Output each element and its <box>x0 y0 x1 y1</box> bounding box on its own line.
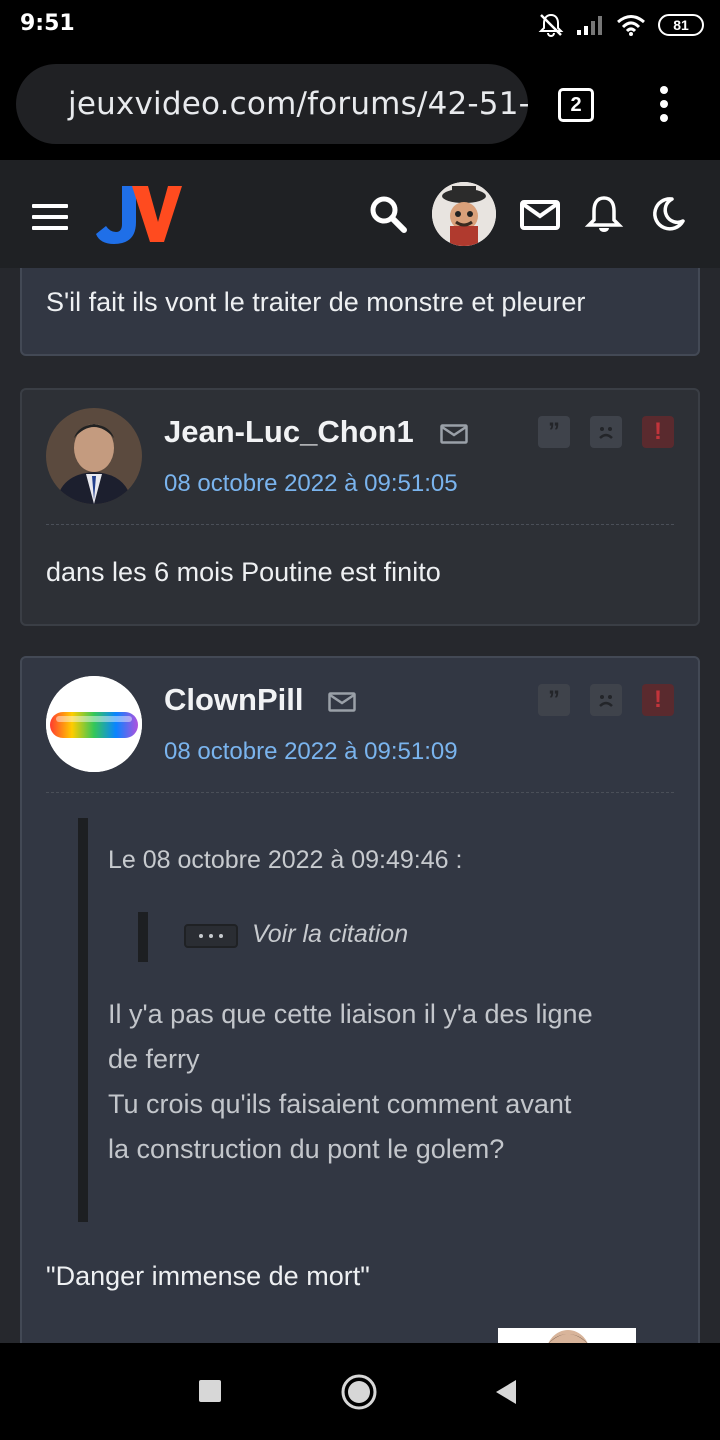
url-text: jeuxvideo.com/forums/42-51- <box>68 86 528 122</box>
quote-bar <box>78 818 88 1222</box>
message-card: Jean-Luc_Chon1 08 octobre 2022 à 09:51:0… <box>20 388 700 626</box>
forum-messages: S'il fait ils vont le traiter de monstre… <box>0 268 720 1343</box>
sad-face-icon[interactable] <box>590 416 622 448</box>
message-text: "Danger immense de mort" <box>46 1261 370 1291</box>
show-quote-link[interactable]: Voir la citation <box>252 920 408 949</box>
mail-icon[interactable] <box>520 194 560 234</box>
quote-header: Le 08 octobre 2022 à 09:49:46 : <box>108 846 463 874</box>
browser-toolbar: jeuxvideo.com/forums/42-51- 2 <box>0 50 720 160</box>
divider <box>46 792 674 793</box>
author-avatar[interactable] <box>46 676 142 772</box>
system-navigation-bar <box>0 1343 720 1440</box>
divider <box>46 524 674 525</box>
recents-button-icon[interactable] <box>198 1379 222 1403</box>
jv-logo[interactable] <box>96 182 182 246</box>
quote-line: Il y'a pas que cette liaison il y'a des … <box>108 999 593 1029</box>
quote-icon[interactable]: ” <box>538 416 570 448</box>
home-button-icon[interactable] <box>340 1373 378 1411</box>
mail-icon[interactable] <box>328 692 356 712</box>
post-date[interactable]: 08 octobre 2022 à 09:51:09 <box>164 738 458 766</box>
message-card: S'il fait ils vont le traiter de monstre… <box>20 268 700 356</box>
tab-switcher-button[interactable]: 2 <box>558 88 594 122</box>
menu-icon[interactable] <box>32 204 68 230</box>
expand-quote-button[interactable] <box>184 924 238 948</box>
embedded-image[interactable] <box>498 1328 636 1343</box>
status-icons: 81 <box>538 12 704 38</box>
author-name[interactable]: Jean-Luc_Chon1 <box>164 414 414 450</box>
post-date[interactable]: 08 octobre 2022 à 09:51:05 <box>164 470 458 498</box>
quote-line: la construction du pont le golem? <box>108 1134 505 1164</box>
status-bar: 9:51 81 <box>0 0 720 50</box>
address-bar[interactable]: jeuxvideo.com/forums/42-51- <box>16 64 528 144</box>
quote-icon[interactable]: ” <box>538 684 570 716</box>
message-text: dans les 6 mois Poutine est finito <box>46 557 441 587</box>
back-button-icon[interactable] <box>494 1379 518 1405</box>
notification-bell-icon[interactable] <box>584 194 624 234</box>
dark-mode-moon-icon[interactable] <box>648 194 688 234</box>
browser-menu-icon[interactable] <box>654 86 674 126</box>
author-name[interactable]: ClownPill <box>164 682 304 718</box>
user-avatar[interactable] <box>432 182 496 246</box>
nested-quote-bar <box>138 912 148 962</box>
wifi-icon <box>617 15 645 36</box>
bell-off-icon <box>538 13 564 37</box>
quote-body: Il y'a pas que cette liaison il y'a des … <box>108 992 593 1172</box>
quote-line: de ferry <box>108 1044 200 1074</box>
site-header <box>0 160 720 268</box>
sad-face-icon[interactable] <box>590 684 622 716</box>
message-card: ClownPill 08 octobre 2022 à 09:51:09 ” !… <box>20 656 700 1343</box>
alert-icon[interactable]: ! <box>642 684 674 716</box>
message-text: S'il fait ils vont le traiter de monstre… <box>46 287 586 317</box>
signal-icon <box>577 16 602 35</box>
search-icon[interactable] <box>368 194 408 234</box>
author-avatar[interactable] <box>46 408 142 504</box>
status-time: 9:51 <box>20 11 75 36</box>
mail-icon[interactable] <box>440 424 468 444</box>
quote-line: Tu crois qu'ils faisaient comment avant <box>108 1089 572 1119</box>
alert-icon[interactable]: ! <box>642 416 674 448</box>
battery-indicator: 81 <box>658 14 704 36</box>
